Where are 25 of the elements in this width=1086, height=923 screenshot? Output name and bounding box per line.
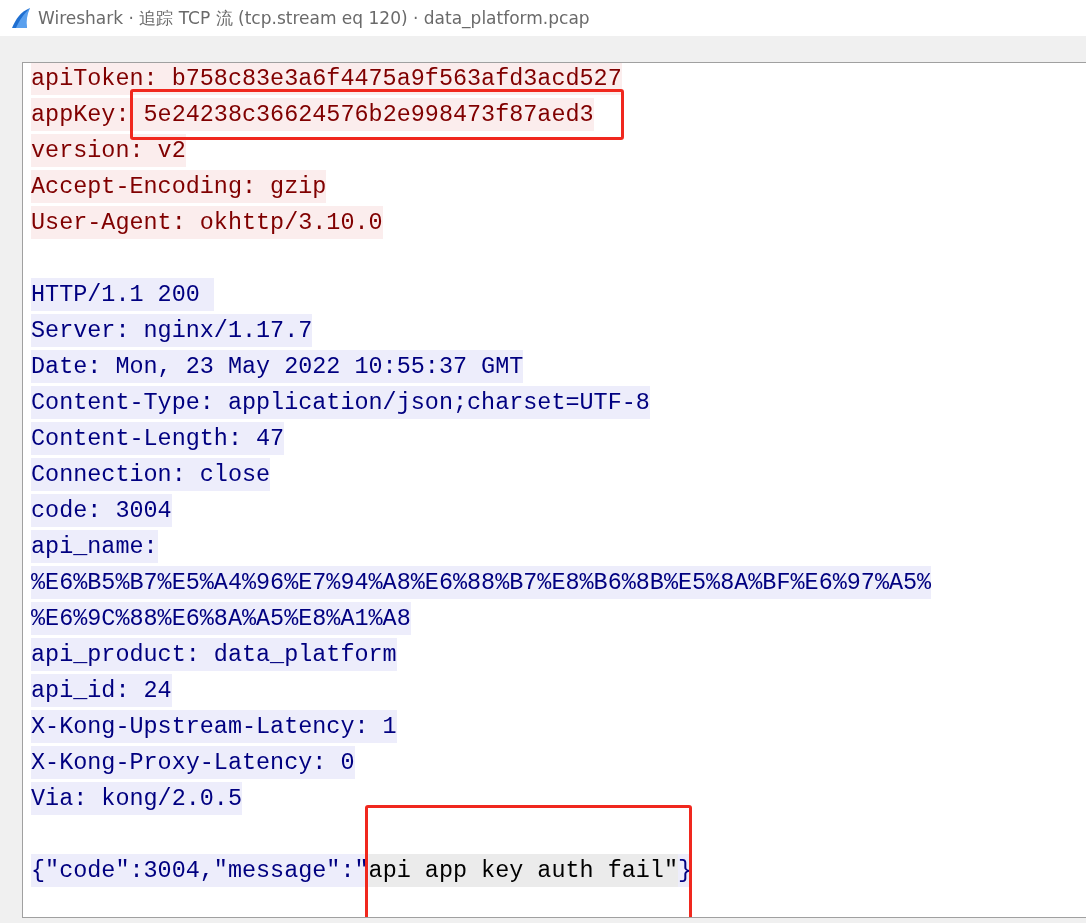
response-text: X-Kong-Upstream-Latency: 1: [31, 710, 397, 743]
response-text: Content-Type: application/json;charset=UTF-8: [31, 386, 650, 419]
request-text: version: v2: [31, 134, 186, 167]
response-text: X-Kong-Proxy-Latency: 0: [31, 746, 355, 779]
window-title: Wireshark · 追踪 TCP 流 (tcp.stream eq 120) · data_platform.pcap: [38, 6, 590, 30]
response-text: Content-Length: 47: [31, 422, 285, 455]
request-text: 5e24238c36624576b2e998473f87aed3: [143, 98, 594, 131]
response-text: %E6%9C%88%E6%8A%A5%E8%A1%A8: [31, 602, 411, 635]
response-text: Via: kong/2.0.5: [31, 782, 242, 815]
response-text: %E6%B5%B7%E5%A4%96%E7%94%A8%E6%88%B7%E8%B6%8B%E5%8A%BF%E6%97%A5%: [31, 566, 932, 599]
request-text: apiToken: b758c83e3a6f4475a9f563afd3acd527: [31, 63, 622, 95]
response-text: code: 3004: [31, 494, 172, 527]
response-text: {"code":3004,"message":": [31, 854, 369, 887]
response-text: api_product: data_platform: [31, 638, 397, 671]
request-text: User-Agent: okhttp/3.10.0: [31, 206, 383, 239]
request-text: Accept-Encoding: gzip: [31, 170, 327, 203]
response-text: api_name:: [31, 530, 158, 563]
response-text: Server: nginx/1.17.7: [31, 314, 313, 347]
shark-fin-icon: [10, 7, 32, 29]
response-text: HTTP/1.1 200: [31, 278, 214, 311]
highlighted-text: api app key auth fail": [368, 854, 678, 887]
response-text: api_id: 24: [31, 674, 172, 707]
response-text: Date: Mon, 23 May 2022 10:55:37 GMT: [31, 350, 524, 383]
request-text: appKey:: [31, 98, 144, 131]
response-text: Connection: close: [31, 458, 271, 491]
